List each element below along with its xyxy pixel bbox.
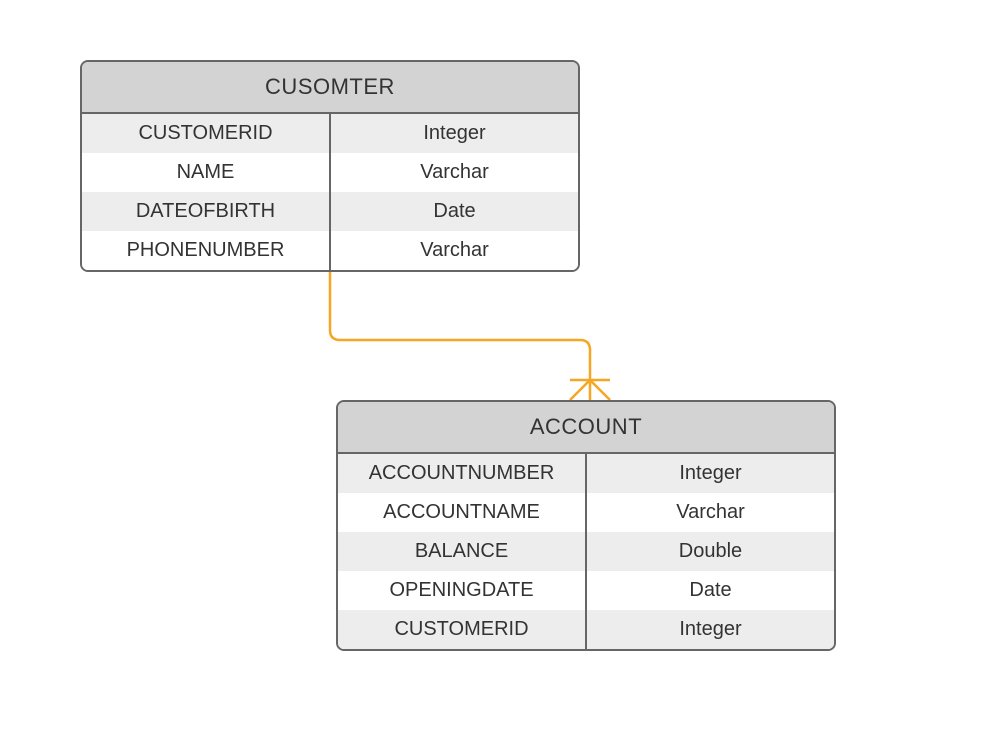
column-name: PHONENUMBER [82, 231, 331, 270]
table-row: DATEOFBIRTH Date [82, 192, 578, 231]
column-type: Date [331, 192, 578, 231]
entity-customer: CUSOMTER CUSTOMERID Integer NAME Varchar… [80, 60, 580, 272]
column-type: Varchar [587, 493, 834, 532]
column-type: Varchar [331, 231, 578, 270]
table-row: CUSTOMERID Integer [338, 610, 834, 649]
table-row: OPENINGDATE Date [338, 571, 834, 610]
column-type: Varchar [331, 153, 578, 192]
table-row: CUSTOMERID Integer [82, 114, 578, 153]
column-name: OPENINGDATE [338, 571, 587, 610]
entity-account-title: ACCOUNT [338, 402, 834, 454]
table-row: PHONENUMBER Varchar [82, 231, 578, 270]
table-row: ACCOUNTNAME Varchar [338, 493, 834, 532]
column-type: Integer [331, 114, 578, 153]
entity-customer-body: CUSTOMERID Integer NAME Varchar DATEOFBI… [82, 114, 578, 270]
table-row: NAME Varchar [82, 153, 578, 192]
column-name: CUSTOMERID [338, 610, 587, 649]
entity-account-body: ACCOUNTNUMBER Integer ACCOUNTNAME Varcha… [338, 454, 834, 649]
column-type: Double [587, 532, 834, 571]
table-row: BALANCE Double [338, 532, 834, 571]
column-name: ACCOUNTNAME [338, 493, 587, 532]
column-type: Integer [587, 454, 834, 493]
entity-customer-title: CUSOMTER [82, 62, 578, 114]
column-name: ACCOUNTNUMBER [338, 454, 587, 493]
column-name: DATEOFBIRTH [82, 192, 331, 231]
column-name: CUSTOMERID [82, 114, 331, 153]
column-name: BALANCE [338, 532, 587, 571]
entity-account: ACCOUNT ACCOUNTNUMBER Integer ACCOUNTNAM… [336, 400, 836, 651]
column-type: Integer [587, 610, 834, 649]
column-type: Date [587, 571, 834, 610]
column-name: NAME [82, 153, 331, 192]
table-row: ACCOUNTNUMBER Integer [338, 454, 834, 493]
